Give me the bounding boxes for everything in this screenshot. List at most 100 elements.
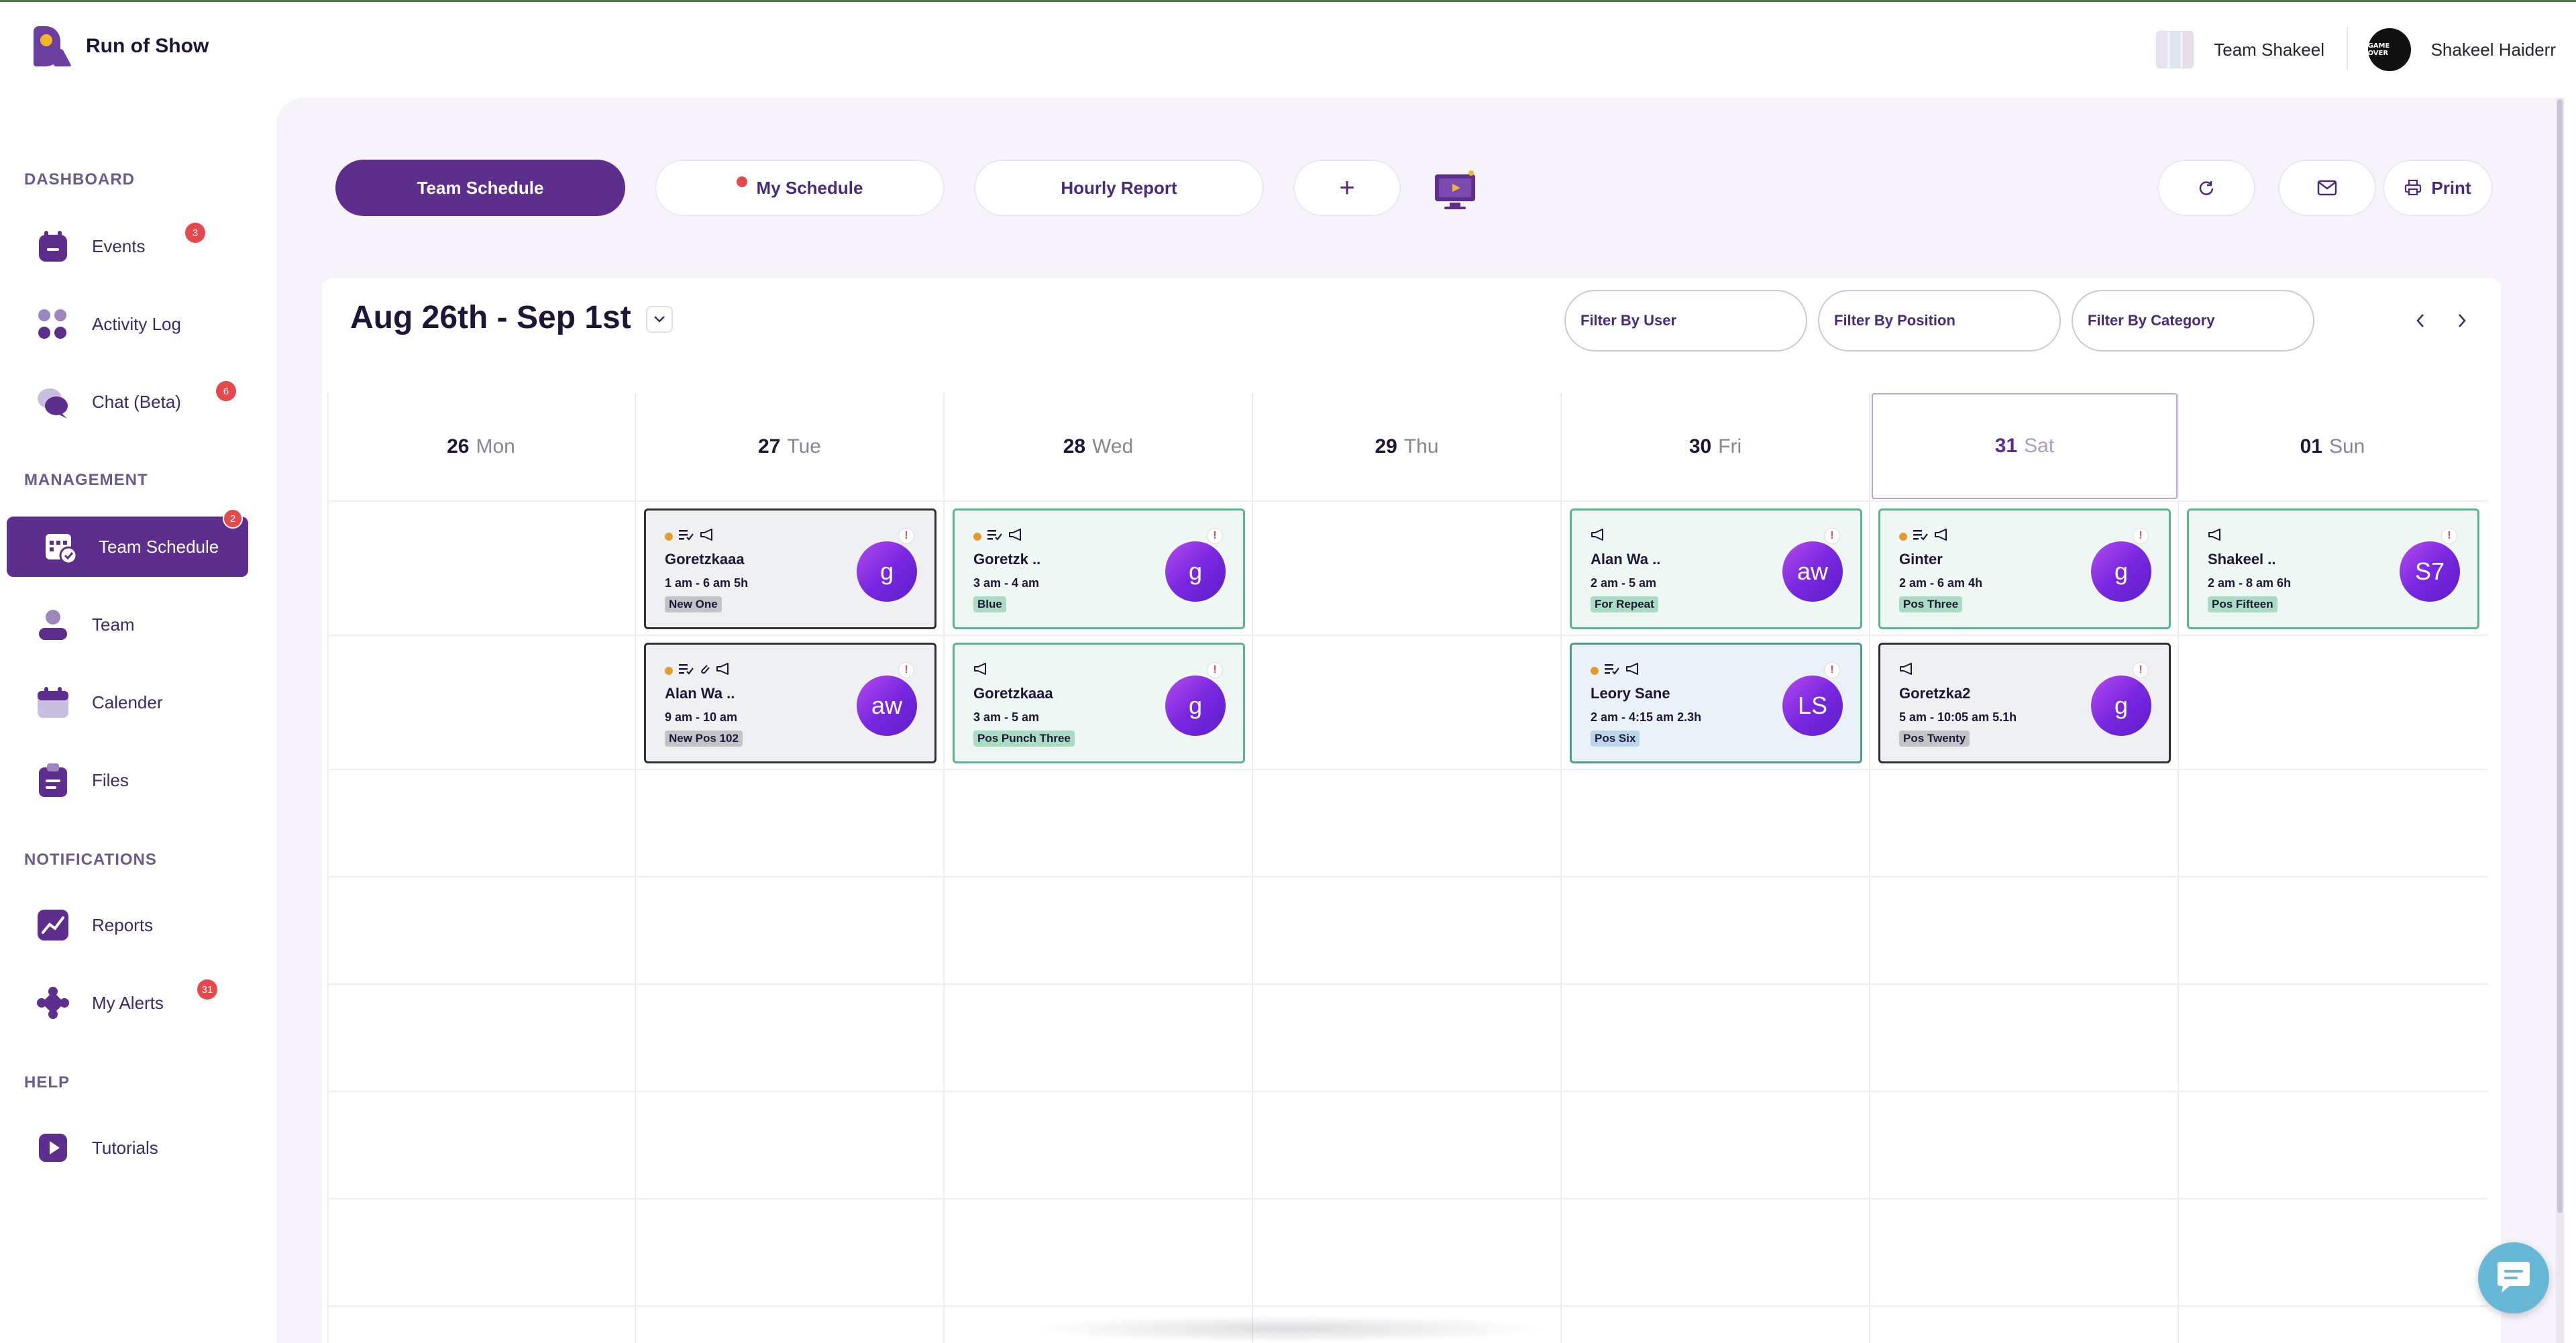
- shift-time: 3 am - 4 am: [973, 576, 1040, 590]
- warning-icon: !: [1824, 528, 1840, 544]
- grid-column-line: [1252, 393, 1253, 1343]
- sidebar-item-my-alerts[interactable]: My Alerts 31: [0, 973, 262, 1033]
- shift-position: Pos Six: [1591, 731, 1640, 747]
- shift-indicator-icons: [973, 662, 989, 679]
- notification-dot: [736, 176, 747, 187]
- shift-employee-name: Alan Wa ..: [1591, 551, 1661, 568]
- grid-column-line: [635, 393, 636, 1343]
- team-switcher[interactable]: Team Shakeel: [2156, 30, 2324, 70]
- team-thumbnail: [2156, 31, 2194, 68]
- shift-card[interactable]: Alan Wa .. 9 am - 10 am New Pos 102 aw!: [644, 643, 936, 763]
- megaphone-icon: [1899, 662, 1915, 679]
- sidebar-item-events[interactable]: Events 3: [0, 216, 262, 276]
- print-label: Print: [2431, 177, 2471, 198]
- paperclip-icon: [700, 662, 710, 679]
- shift-indicator-icons: [1591, 662, 1642, 679]
- shift-indicator-icons: [1899, 528, 1950, 545]
- status-dot: [1591, 666, 1599, 675]
- day-header[interactable]: 26 Mon: [327, 393, 635, 500]
- chevron-left-icon: [2416, 314, 2424, 327]
- shift-card[interactable]: Ginter 2 am - 6 am 4h Pos Three g!: [1878, 508, 2171, 629]
- shift-position: Pos Punch Three: [973, 731, 1075, 747]
- support-chat-button[interactable]: [2478, 1242, 2549, 1313]
- shift-employee-name: Ginter: [1899, 551, 1943, 568]
- status-dot: [665, 532, 673, 541]
- date-range-dropdown[interactable]: [646, 306, 673, 333]
- day-header[interactable]: 01 Sun: [2179, 393, 2486, 500]
- grid-row-line: [327, 769, 2487, 770]
- megaphone-icon: [1008, 528, 1024, 545]
- page-scrollbar[interactable]: [2556, 98, 2564, 1343]
- next-week-button[interactable]: [2449, 307, 2475, 334]
- warning-icon: !: [898, 662, 914, 678]
- user-menu[interactable]: GAME OVER Shakeel Haiderr: [2367, 28, 2556, 71]
- warning-icon: !: [1207, 662, 1223, 678]
- shift-employee-name: Leory Sane: [1591, 685, 1670, 702]
- day-of-week: Tue: [787, 435, 821, 458]
- tab-team-schedule[interactable]: Team Schedule: [335, 160, 625, 216]
- user-name: Shakeel Haiderr: [2430, 39, 2556, 60]
- section-dashboard: DASHBOARD: [24, 170, 135, 189]
- day-of-week: Sat: [2024, 435, 2055, 457]
- tab-hourly-report[interactable]: Hourly Report: [974, 160, 1264, 216]
- sidebar-item-team-schedule[interactable]: Team Schedule 2: [7, 508, 248, 577]
- shift-card[interactable]: Leory Sane 2 am - 4:15 am 2.3h Pos Six LS!: [1570, 643, 1862, 763]
- shift-time: 2 am - 5 am: [1591, 576, 1657, 590]
- sidebar-item-files[interactable]: Files: [0, 750, 262, 810]
- shift-card[interactable]: Goretzkaaa 1 am - 6 am 5h New One g!: [644, 508, 936, 629]
- add-button[interactable]: +: [1293, 160, 1401, 216]
- megaphone-icon: [700, 528, 716, 545]
- filter-label: Filter By Category: [2088, 312, 2215, 329]
- shift-card[interactable]: Shakeel .. 2 am - 8 am 6h Pos Fifteen S7!: [2187, 508, 2479, 629]
- day-header-today[interactable]: 31 Sat: [1872, 393, 2178, 499]
- filter-by-user[interactable]: Filter By User: [1564, 290, 1807, 352]
- sidebar-item-calender[interactable]: Calender: [0, 672, 262, 733]
- team-name: Team Shakeel: [2214, 39, 2324, 60]
- shift-card[interactable]: Goretzka2 5 am - 10:05 am 5.1h Pos Twenty g…: [1878, 643, 2171, 763]
- print-button[interactable]: Print: [2383, 160, 2493, 216]
- grid-column-line: [1560, 393, 1562, 1343]
- sidebar-item-reports[interactable]: Reports: [0, 895, 262, 955]
- filter-by-position[interactable]: Filter By Position: [1818, 290, 2061, 352]
- megaphone-icon: [716, 662, 732, 679]
- day-header[interactable]: 27 Tue: [636, 393, 943, 500]
- shift-position: Blue: [973, 596, 1006, 612]
- day-header[interactable]: 29 Thu: [1253, 393, 1560, 500]
- shift-card[interactable]: Alan Wa .. 2 am - 5 am For Repeat aw!: [1570, 508, 1862, 629]
- sidebar-item-label: Events: [92, 235, 146, 256]
- shift-employee-name: Goretzkaaa: [665, 551, 745, 568]
- warning-icon: !: [2133, 528, 2149, 544]
- tab-my-schedule[interactable]: My Schedule: [655, 160, 945, 216]
- filter-by-category[interactable]: Filter By Category: [2072, 290, 2314, 352]
- chevron-down-icon: [654, 316, 665, 323]
- chat-icon: [2498, 1262, 2530, 1293]
- sidebar-item-chat[interactable]: Chat (Beta) 6: [0, 372, 262, 432]
- warning-icon: !: [2441, 528, 2457, 544]
- notes-check-icon: [678, 529, 694, 544]
- prev-week-button[interactable]: [2407, 307, 2434, 334]
- section-help: HELP: [24, 1073, 70, 1091]
- shift-time: 1 am - 6 am 5h: [665, 576, 749, 590]
- shift-time: 2 am - 8 am 6h: [2208, 576, 2292, 590]
- app-brand[interactable]: Run of Show: [34, 23, 209, 70]
- day-header[interactable]: 30 Fri: [1562, 393, 1869, 500]
- employee-avatar: g: [2091, 676, 2151, 736]
- sidebar-item-label: Calender: [92, 692, 163, 712]
- grid-column-line: [943, 393, 945, 1343]
- sidebar-item-team[interactable]: Team: [0, 594, 262, 655]
- refresh-button[interactable]: [2157, 160, 2255, 216]
- shift-card[interactable]: Goretzkaaa 3 am - 5 am Pos Punch Three g!: [953, 643, 1245, 763]
- shift-time: 5 am - 10:05 am 5.1h: [1899, 710, 2017, 724]
- day-header[interactable]: 28 Wed: [945, 393, 1252, 500]
- grid-row-line: [327, 1198, 2487, 1199]
- calendar-icon: [35, 684, 71, 720]
- chat-bubbles-icon: [35, 384, 71, 420]
- shift-card[interactable]: Goretzk .. 3 am - 4 am Blue g!: [953, 508, 1245, 629]
- monitor-icon[interactable]: [1432, 168, 1479, 212]
- email-button[interactable]: [2278, 160, 2376, 216]
- employee-avatar: S7: [2400, 541, 2460, 602]
- day-of-week: Mon: [476, 435, 515, 458]
- grid-row-line: [327, 1091, 2487, 1092]
- sidebar-item-tutorials[interactable]: Tutorials: [0, 1118, 262, 1178]
- sidebar-item-activity-log[interactable]: Activity Log: [0, 294, 262, 354]
